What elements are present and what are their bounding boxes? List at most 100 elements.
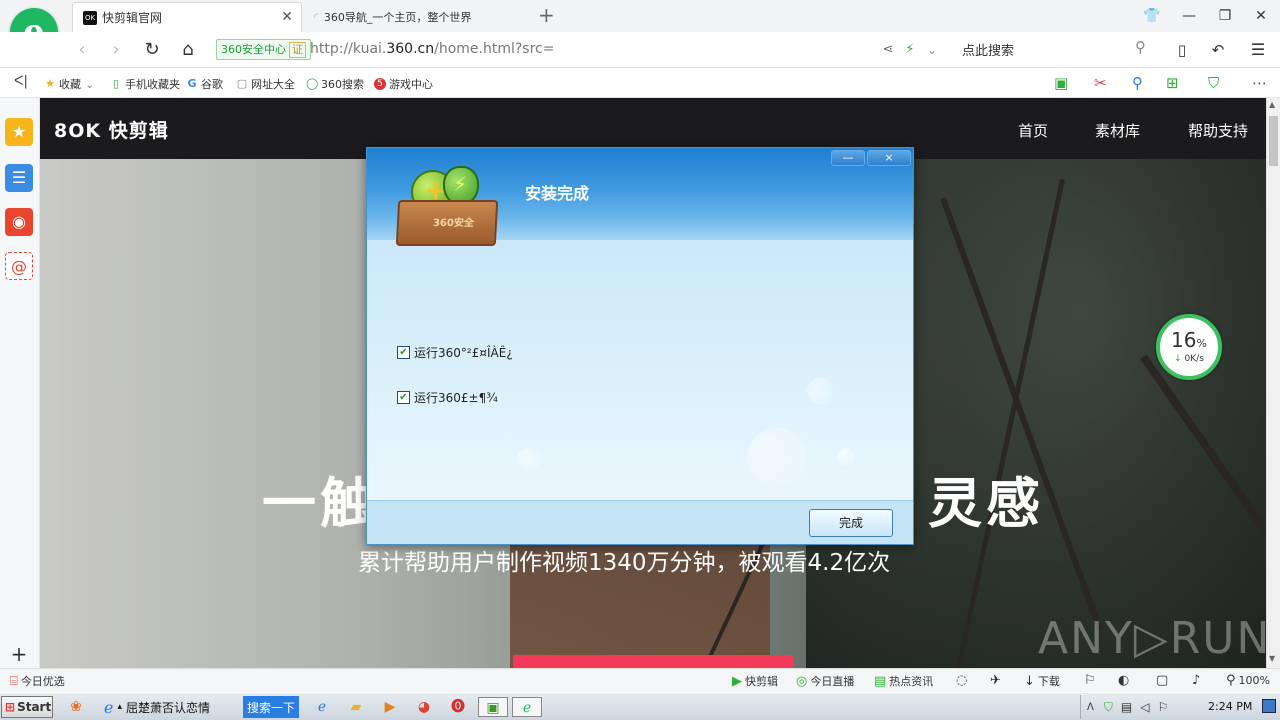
bookmark-google[interactable]: G 谷歌 [186, 76, 223, 92]
360-tray-icon[interactable]: ⛉ [1104, 700, 1113, 715]
speed-mode-icon[interactable]: ⚡ [898, 38, 922, 62]
cleanup-icon[interactable]: ◌ [956, 673, 970, 688]
minimize-icon[interactable]: — [831, 150, 865, 166]
add-sidebar-icon[interactable]: + [5, 640, 33, 668]
tab-close-icon[interactable]: ✕ [281, 9, 293, 25]
chevron-down-icon[interactable]: ⌄ [920, 38, 944, 62]
bookmark-label: 收藏 [59, 78, 81, 91]
flag-icon[interactable]: ⚐ [1084, 673, 1099, 688]
kuaijianji-favicon: OK [83, 10, 97, 25]
url-text[interactable]: http://kuai.360.cn/home.html?src= [310, 41, 554, 57]
browser-tab-bar: OK 快剪辑官网 ✕ ◜ 360导航_一个主页，整个世界 + 👕 — ❐ ✕ [0, 0, 1280, 32]
speed-widget[interactable]: 16% ↓ 0K/s [1156, 314, 1222, 380]
scrollbar-thumb[interactable] [1269, 116, 1278, 166]
nav-help[interactable]: 帮助支持 [1188, 120, 1248, 141]
hero-download-button[interactable] [513, 655, 793, 668]
installer-task-icon[interactable]: ▣ [478, 697, 508, 717]
tab-kuaijianji[interactable]: OK 快剪辑官网 ✕ [72, 2, 302, 32]
more-icon[interactable]: ⋯ [1252, 74, 1267, 92]
search-icon[interactable]: ⚲ [1135, 38, 1146, 56]
browser-status-bar: ⌸ 今日优选 ▶ 快剪辑 ◎ 今日直播 ▤ 热点资讯 ◌ ✈ ↓ 下载 ⚐ ◐ ▢ ♪ ⚲… [0, 668, 1280, 692]
translate-icon[interactable]: ▣ [1054, 74, 1068, 92]
menu-icon[interactable]: ☰ [1246, 38, 1270, 62]
shield-icon[interactable]: ⛉ [1208, 74, 1219, 92]
refresh-icon[interactable]: ↻ [140, 38, 164, 62]
taskbar-search-button[interactable]: 搜索一下 [243, 696, 300, 718]
gamepad-icon[interactable]: ⊞ [1166, 74, 1179, 92]
back-icon[interactable]: ‹ [70, 38, 94, 62]
home-icon[interactable]: ⌂ [176, 38, 200, 62]
bookmark-favorites[interactable]: ★ 收藏 ⌄ [44, 76, 94, 92]
network-icon[interactable]: ▤ [1121, 700, 1132, 714]
email-icon[interactable]: @ [5, 252, 33, 280]
option-label: 运行360°²£¤ÎÀÊ¿ [414, 346, 513, 360]
loading-icon: ◜ [314, 11, 318, 23]
site-logo[interactable]: 8OK 快剪辑 [54, 116, 169, 143]
checkbox-run-360-safe[interactable]: ✔ [397, 346, 410, 359]
forward-icon[interactable]: › [104, 38, 128, 62]
reading-list-icon[interactable]: ☰ [5, 164, 33, 192]
skin-icon[interactable]: 👕 [1137, 4, 1167, 28]
mobile-icon[interactable]: ▯ [1170, 38, 1194, 62]
ie-icon[interactable]: ℯ [312, 697, 332, 717]
close-window-icon[interactable]: ✕ [1246, 4, 1276, 28]
checkbox-run-360-antivirus[interactable]: ✔ [397, 391, 410, 404]
colorful-app-icon[interactable]: ❀ [66, 697, 86, 717]
sound-icon[interactable]: ♪ [1192, 673, 1203, 688]
scroll-up-icon[interactable]: ▲ [1269, 100, 1275, 109]
tab-360-nav[interactable]: ◜ 360导航_一个主页，整个世界 [304, 2, 532, 32]
magnifier-icon[interactable]: ⚲ [1132, 74, 1143, 92]
sidebar-toggle-icon[interactable]: ᐸ| [14, 74, 28, 89]
folder-icon[interactable]: ▰ [346, 697, 366, 717]
show-desktop-icon[interactable] [1262, 699, 1276, 713]
undo-icon[interactable]: ↶ [1206, 38, 1230, 62]
bookmark-hao[interactable]: ▢ 网址大全 [236, 76, 295, 92]
download-icon: ↓ [1024, 673, 1035, 689]
volume-icon[interactable]: ◁ [1140, 700, 1149, 714]
today-picks[interactable]: ⌸ 今日优选 [10, 673, 65, 689]
scissors-icon[interactable]: ✂ [1094, 74, 1107, 92]
zoom-level[interactable]: ⚲ 100% [1226, 673, 1270, 688]
bookmark-mobile[interactable]: ▯ 手机收藏夹 [110, 76, 180, 92]
url-bar[interactable]: 360安全中心证 http://kuai.360.cn/home.html?sr… [216, 37, 950, 63]
taskbar-ie-item[interactable]: ℯ ▴ 屈楚萧否认恋情 [104, 696, 210, 718]
pin-icon[interactable]: ✈ [990, 673, 1004, 688]
scroll-down-icon[interactable]: ▼ [1269, 654, 1275, 663]
status-download[interactable]: ↓ 下载 [1024, 673, 1060, 689]
star-icon: ★ [45, 77, 55, 90]
window-icon[interactable]: ▢ [1156, 673, 1171, 688]
nav-home[interactable]: 首页 [1018, 120, 1048, 141]
search-input[interactable]: 点此搜索 ⚲ [954, 36, 1154, 62]
ie-mode-icon[interactable]: ◐ [1118, 673, 1132, 688]
status-kuaijianji[interactable]: ▶ 快剪辑 [732, 673, 778, 689]
tray-expand-icon[interactable]: ᐱ [1087, 702, 1094, 713]
share-icon[interactable]: ⋖ [876, 38, 900, 62]
weibo-icon[interactable]: ◉ [5, 208, 33, 236]
option-run-360-antivirus[interactable]: ✔ 运行360£±¶¾ [397, 389, 498, 406]
finish-button[interactable]: 完成 [809, 509, 893, 537]
page-scrollbar[interactable]: ▲ ▼ [1266, 98, 1280, 668]
restore-icon[interactable]: ❐ [1210, 4, 1240, 28]
url-prefix: http://kuai. [310, 41, 387, 57]
bookmark-360search[interactable]: ◯ 360搜索 [306, 76, 364, 92]
flag-tray-icon[interactable]: ⚐ [1157, 700, 1168, 714]
gift-icon: ⌸ [10, 673, 18, 689]
status-live[interactable]: ◎ 今日直播 [796, 673, 854, 689]
option-run-360-safe[interactable]: ✔ 运行360°²£¤ÎÀÊ¿ [397, 344, 513, 361]
antivirus-icon[interactable]: ⓿ [448, 697, 468, 717]
start-button[interactable]: ⊞ Start [1, 696, 53, 718]
status-news[interactable]: ▤ 热点资讯 [874, 673, 933, 689]
new-tab-button[interactable]: + [538, 3, 555, 27]
close-icon[interactable]: × [867, 150, 911, 166]
media-player-icon[interactable]: ▶ [380, 697, 400, 717]
bookmark-label: 手机收藏夹 [125, 78, 180, 91]
bookmark-games[interactable]: 5 游戏中心 [374, 76, 433, 92]
minimize-icon[interactable]: — [1174, 4, 1204, 28]
bookmark-label: 网址大全 [251, 78, 295, 91]
security-badge[interactable]: 360安全中心证 [216, 39, 311, 60]
360-browser-task-icon[interactable]: ℯ [512, 697, 542, 717]
favorites-icon[interactable]: ★ [5, 118, 33, 146]
chrome-icon[interactable]: ◕ [414, 697, 434, 717]
nav-materials[interactable]: 素材库 [1095, 120, 1140, 141]
bookmark-label: 360搜索 [321, 78, 364, 91]
